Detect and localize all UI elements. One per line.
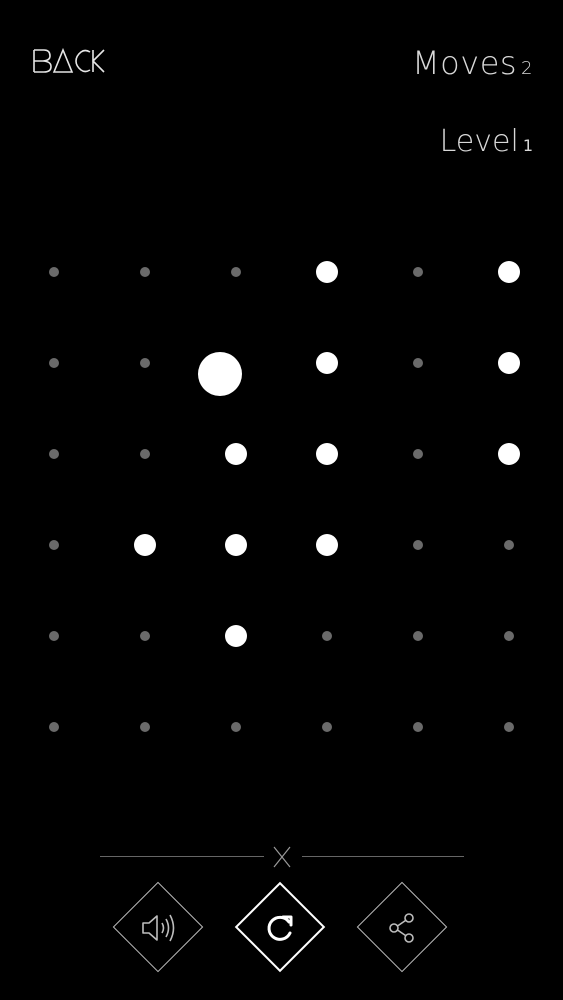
board-dot-r4-c2-filled[interactable] bbox=[134, 534, 156, 556]
share-button[interactable] bbox=[356, 881, 450, 975]
board-dot-r3-c6-filled[interactable] bbox=[498, 443, 520, 465]
board-dot-r3-c1-empty[interactable] bbox=[49, 449, 59, 459]
board-dot-r2-c3-big[interactable] bbox=[198, 352, 242, 396]
restart-button[interactable] bbox=[234, 881, 328, 975]
divider-right bbox=[302, 856, 464, 857]
board-dot-r1-c1-empty[interactable] bbox=[49, 267, 59, 277]
board-dot-r4-c5-empty[interactable] bbox=[413, 540, 423, 550]
board-dot-r4-c3-filled[interactable] bbox=[225, 534, 247, 556]
close-icon[interactable] bbox=[271, 846, 293, 868]
board-dot-r2-c4-filled[interactable] bbox=[316, 352, 338, 374]
board-dot-r1-c5-empty[interactable] bbox=[413, 267, 423, 277]
board-dot-r3-c2-empty[interactable] bbox=[140, 449, 150, 459]
board-dot-r4-c6-empty[interactable] bbox=[504, 540, 514, 550]
board-dot-r5-c5-empty[interactable] bbox=[413, 631, 423, 641]
board-dot-r6-c1-empty[interactable] bbox=[49, 722, 59, 732]
sound-icon bbox=[142, 914, 175, 942]
board-dot-r1-c6-filled[interactable] bbox=[498, 261, 520, 283]
board-dot-r5-c2-empty[interactable] bbox=[140, 631, 150, 641]
share-icon bbox=[389, 913, 414, 943]
sound-button[interactable] bbox=[112, 881, 206, 975]
board-dot-r5-c4-empty[interactable] bbox=[322, 631, 332, 641]
board-dot-r5-c1-empty[interactable] bbox=[49, 631, 59, 641]
restart-icon bbox=[267, 915, 293, 941]
board-dot-r3-c3-filled[interactable] bbox=[225, 443, 247, 465]
board-dot-r3-c4-filled[interactable] bbox=[316, 443, 338, 465]
board-dot-r4-c4-filled[interactable] bbox=[316, 534, 338, 556]
board-dot-r4-c1-empty[interactable] bbox=[49, 540, 59, 550]
game-board bbox=[0, 0, 563, 800]
board-dot-r2-c5-empty[interactable] bbox=[413, 358, 423, 368]
board-dot-r1-c4-filled[interactable] bbox=[316, 261, 338, 283]
board-dot-r6-c5-empty[interactable] bbox=[413, 722, 423, 732]
board-dot-r6-c6-empty[interactable] bbox=[504, 722, 514, 732]
board-dot-r1-c2-empty[interactable] bbox=[140, 267, 150, 277]
board-dot-r6-c2-empty[interactable] bbox=[140, 722, 150, 732]
divider-left bbox=[100, 856, 264, 857]
board-dot-r5-c6-empty[interactable] bbox=[504, 631, 514, 641]
board-dot-r5-c3-filled[interactable] bbox=[225, 625, 247, 647]
board-dot-r6-c3-empty[interactable] bbox=[231, 722, 241, 732]
board-dot-r6-c4-empty[interactable] bbox=[322, 722, 332, 732]
board-dot-r2-c2-empty[interactable] bbox=[140, 358, 150, 368]
board-dot-r2-c1-empty[interactable] bbox=[49, 358, 59, 368]
board-dot-r3-c5-empty[interactable] bbox=[413, 449, 423, 459]
board-dot-r1-c3-empty[interactable] bbox=[231, 267, 241, 277]
board-dot-r2-c6-filled[interactable] bbox=[498, 352, 520, 374]
